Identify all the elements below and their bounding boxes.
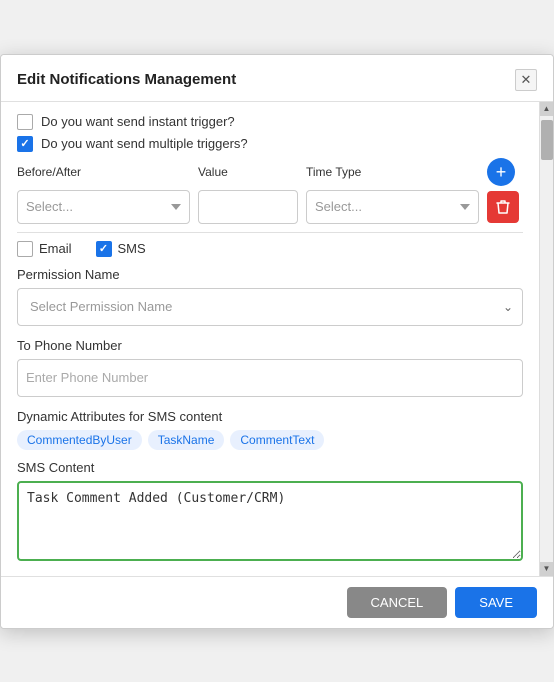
multiple-triggers-checkbox[interactable] <box>17 136 33 152</box>
scrollbar-track: ▲ ▼ <box>539 102 553 576</box>
content-area: Do you want send instant trigger? Do you… <box>1 102 539 576</box>
value-label: Value <box>198 165 298 179</box>
scrollbar-thumb[interactable] <box>541 120 553 160</box>
modal-header: Edit Notifications Management ✕ <box>1 55 553 102</box>
multiple-triggers-label: Do you want send multiple triggers? <box>41 136 248 151</box>
trash-icon <box>496 199 510 215</box>
before-after-wrapper: Select... <box>17 190 190 224</box>
email-channel: Email <box>17 241 72 257</box>
value-input[interactable] <box>198 190 298 224</box>
sms-content-label: SMS Content <box>17 460 523 475</box>
scrollbar-up-button[interactable]: ▲ <box>540 102 554 116</box>
email-checkbox[interactable] <box>17 241 33 257</box>
trigger-row: Select... Select... <box>17 190 523 224</box>
phone-input[interactable] <box>17 359 523 397</box>
close-button[interactable]: ✕ <box>515 69 537 91</box>
time-type-select[interactable]: Select... <box>306 190 479 224</box>
edit-notifications-modal: Edit Notifications Management ✕ Do you w… <box>0 54 554 629</box>
instant-trigger-checkbox[interactable] <box>17 114 33 130</box>
sms-checkbox[interactable] <box>96 241 112 257</box>
scrollbar-down-button[interactable]: ▼ <box>540 562 554 576</box>
tag-comment-text[interactable]: CommentText <box>230 430 324 450</box>
divider <box>17 232 523 233</box>
permission-label: Permission Name <box>17 267 523 282</box>
time-type-label: Time Type <box>306 165 479 179</box>
multiple-triggers-row: Do you want send multiple triggers? <box>17 136 523 152</box>
sms-channel: SMS <box>96 241 146 257</box>
scrollbar-area: Do you want send instant trigger? Do you… <box>1 102 553 576</box>
permission-select[interactable]: Select Permission Name <box>17 288 523 326</box>
before-after-select[interactable]: Select... <box>17 190 190 224</box>
trigger-labels: Before/After Value Time Type + <box>17 158 523 186</box>
instant-trigger-label: Do you want send instant trigger? <box>41 114 235 129</box>
modal-footer: CANCEL SAVE <box>1 576 553 628</box>
tags-row: CommentedByUser TaskName CommentText <box>17 430 523 450</box>
modal-title: Edit Notifications Management <box>17 71 236 88</box>
sms-content-textarea[interactable]: Task Comment Added (Customer/CRM) <box>17 481 523 561</box>
time-type-wrapper: Select... <box>306 190 479 224</box>
email-label: Email <box>39 241 72 256</box>
before-after-label: Before/After <box>17 165 190 179</box>
instant-trigger-row: Do you want send instant trigger? <box>17 114 523 130</box>
tag-task-name[interactable]: TaskName <box>148 430 225 450</box>
save-button[interactable]: SAVE <box>455 587 537 618</box>
add-trigger-button[interactable]: + <box>487 158 515 186</box>
sms-label: SMS <box>118 241 146 256</box>
tag-commented-by-user[interactable]: CommentedByUser <box>17 430 142 450</box>
phone-label: To Phone Number <box>17 338 523 353</box>
channel-row: Email SMS <box>17 241 523 257</box>
permission-select-wrapper: Select Permission Name ⌄ <box>17 288 523 326</box>
delete-trigger-button[interactable] <box>487 191 519 223</box>
dynamic-attrs-label: Dynamic Attributes for SMS content <box>17 409 523 424</box>
cancel-button[interactable]: CANCEL <box>347 587 448 618</box>
